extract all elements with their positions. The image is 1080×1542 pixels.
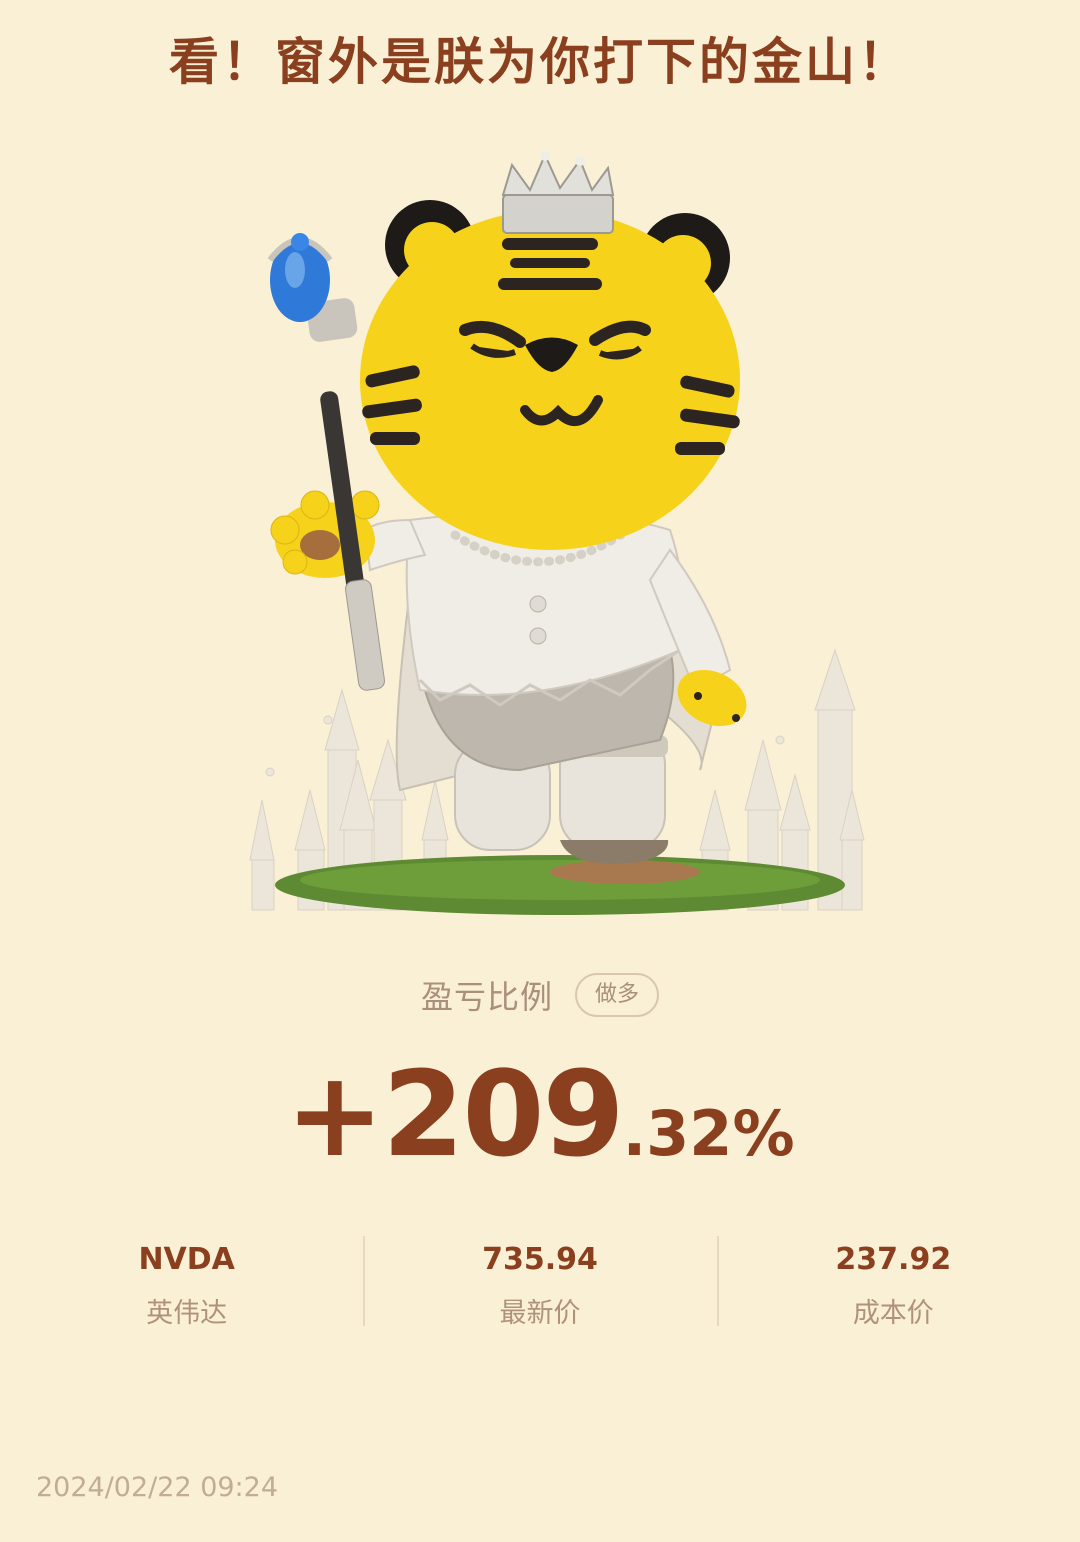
pnl-ratio-value: +209.32%	[0, 1045, 1080, 1183]
position-stats: NVDA 英伟达 735.94 最新价 237.92 成本价	[10, 1236, 1070, 1330]
pnl-ratio-header: 盈亏比例 做多	[0, 972, 1080, 1018]
latest-price-label: 最新价	[499, 1298, 581, 1329]
pnl-ratio-decimal: .32%	[622, 1097, 795, 1170]
tiger-king-mascot-icon	[249, 151, 865, 915]
position-direction-badge: 做多	[575, 973, 660, 1017]
stat-cost-price: 237.92 成本价	[716, 1236, 1070, 1330]
stat-ticker: NVDA 英伟达	[10, 1236, 363, 1330]
company-name: 英伟达	[146, 1298, 228, 1329]
latest-price-value: 735.94	[482, 1242, 598, 1277]
share-timestamp: 2024/02/22 09:24	[36, 1472, 279, 1503]
share-headline: 看！窗外是朕为你打下的金山！	[169, 33, 911, 91]
stat-latest-price: 735.94 最新价	[363, 1236, 716, 1330]
pnl-ratio-label: 盈亏比例	[420, 978, 553, 1016]
cost-price-value: 237.92	[835, 1242, 952, 1277]
pnl-ratio-integer: +209	[285, 1045, 624, 1183]
cost-price-label: 成本价	[852, 1298, 934, 1329]
ticker-symbol: NVDA	[138, 1242, 235, 1277]
tiger-king-illustration	[240, 150, 880, 920]
